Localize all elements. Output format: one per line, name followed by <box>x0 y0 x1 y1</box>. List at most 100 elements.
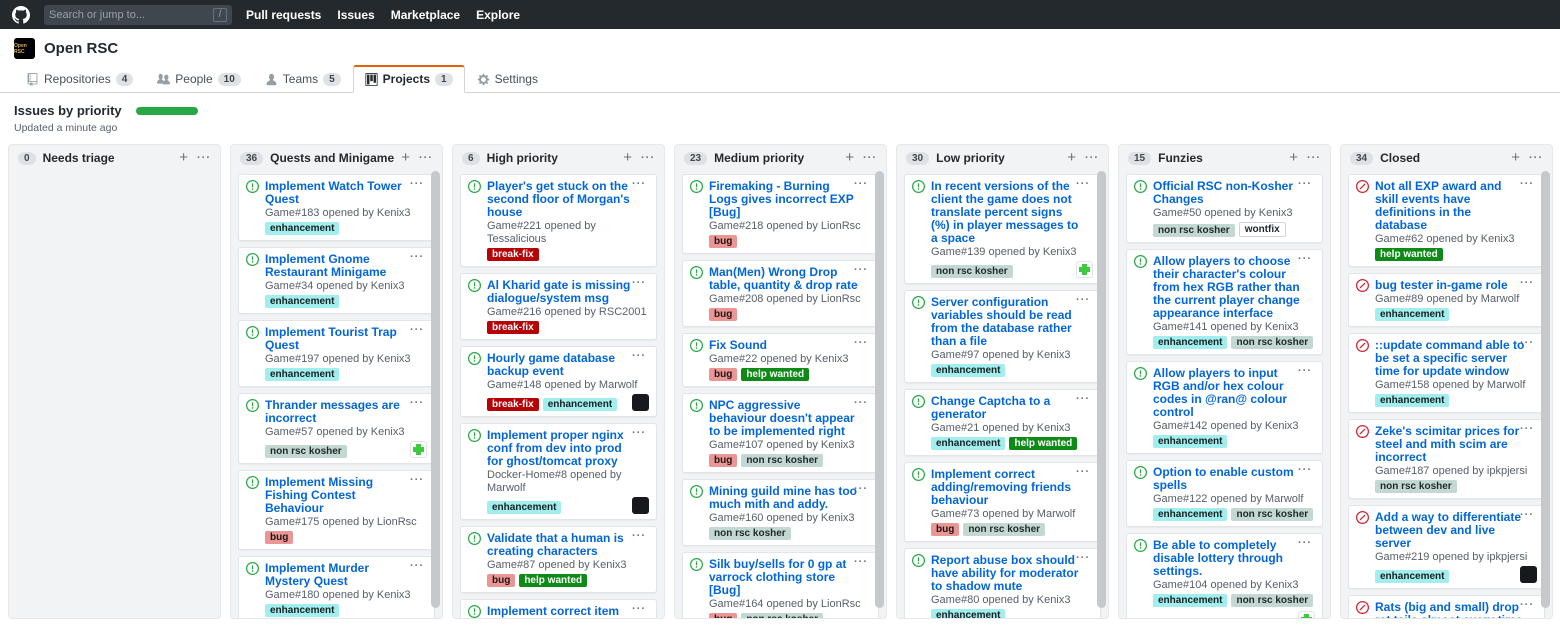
issue-label[interactable]: help wanted <box>1375 248 1443 261</box>
org-avatar[interactable]: Open RSC <box>14 38 35 59</box>
issue-label[interactable]: non rsc kosher <box>1375 480 1457 493</box>
issue-card[interactable]: ···Change Captcha to a generatorGame#21 … <box>904 389 1101 456</box>
issue-title[interactable]: Man(Men) Wrong Drop table, quantity & dr… <box>709 266 871 292</box>
issue-title[interactable]: Al Kharid gate is missing dialogue/syste… <box>487 279 649 305</box>
card-options-button[interactable]: ··· <box>404 249 430 265</box>
card-options-button[interactable]: ··· <box>848 481 874 497</box>
assignee-avatar[interactable] <box>1298 611 1315 619</box>
issue-card[interactable]: ···Fix SoundGame#22 opened by Kenix3bugh… <box>682 333 879 387</box>
search-box[interactable]: Search or jump to... / <box>44 5 232 25</box>
issue-label[interactable]: enhancement <box>1153 336 1227 349</box>
issue-label[interactable]: bug <box>709 308 737 321</box>
issue-title[interactable]: Implement Gnome Restaurant Minigame <box>265 253 427 279</box>
assignee-avatar[interactable] <box>632 394 649 411</box>
column-menu-button[interactable]: ··· <box>1307 152 1321 164</box>
issue-title[interactable]: Player's get stuck on the second floor o… <box>487 180 649 219</box>
issue-card[interactable]: ···Rats (big and small) drop rat tails a… <box>1348 595 1545 619</box>
issue-label[interactable]: help wanted <box>1009 437 1077 450</box>
card-options-button[interactable]: ··· <box>1070 176 1096 192</box>
issue-label[interactable]: bug <box>265 531 293 544</box>
tab-people[interactable]: People10 <box>145 66 253 93</box>
tab-projects[interactable]: Projects1 <box>353 65 465 93</box>
issue-title[interactable]: Report abuse box should have ability for… <box>931 554 1093 593</box>
issue-card[interactable]: ···Implement Watch Tower QuestGame#183 o… <box>238 174 435 241</box>
issue-card[interactable]: ···::update command able to be set a spe… <box>1348 333 1545 413</box>
card-options-button[interactable]: ··· <box>404 322 430 338</box>
issue-title[interactable]: Implement Watch Tower Quest <box>265 180 427 206</box>
issue-title[interactable]: Implement correct adding/removing friend… <box>931 468 1093 507</box>
card-options-button[interactable]: ··· <box>626 176 652 192</box>
issue-label[interactable]: wontfix <box>1239 222 1286 237</box>
issue-label[interactable]: bug <box>709 454 737 467</box>
card-options-button[interactable]: ··· <box>1514 335 1540 351</box>
card-options-button[interactable]: ··· <box>1514 176 1540 192</box>
issue-title[interactable]: Implement Missing Fishing Contest Behavi… <box>265 476 427 515</box>
nav-marketplace[interactable]: Marketplace <box>391 8 460 22</box>
issue-title[interactable]: Validate that a human is creating charac… <box>487 532 649 558</box>
card-options-button[interactable]: ··· <box>1292 176 1318 192</box>
add-card-button[interactable]: + <box>179 152 188 164</box>
card-options-button[interactable]: ··· <box>404 472 430 488</box>
issue-label[interactable]: non rsc kosher <box>709 527 791 540</box>
column-menu-button[interactable]: ··· <box>1529 152 1543 164</box>
issue-card[interactable]: ···Implement Missing Fishing Contest Beh… <box>238 470 435 550</box>
card-options-button[interactable]: ··· <box>1292 363 1318 379</box>
issue-label[interactable]: enhancement <box>265 222 339 235</box>
issue-label[interactable]: enhancement <box>1375 394 1449 407</box>
issue-title[interactable]: Implement correct item on death behaviou… <box>487 605 649 619</box>
add-card-button[interactable]: + <box>1511 152 1520 164</box>
issue-card[interactable]: ···Not all EXP award and skill events ha… <box>1348 174 1545 267</box>
issue-label[interactable]: break-fix <box>487 321 539 334</box>
issue-label[interactable]: bug <box>709 613 737 619</box>
issue-label[interactable]: enhancement <box>1375 570 1449 583</box>
issue-label[interactable]: bug <box>709 368 737 381</box>
issue-card[interactable]: ···Allow players to input RGB and/or hex… <box>1126 361 1323 454</box>
add-card-button[interactable]: + <box>845 152 854 164</box>
issue-label[interactable]: enhancement <box>265 368 339 381</box>
issue-label[interactable]: bug <box>487 574 515 587</box>
issue-label[interactable]: enhancement <box>1153 435 1227 448</box>
issue-title[interactable]: Be able to completely disable lottery th… <box>1153 539 1315 578</box>
issue-card[interactable]: ···bug tester in-game roleGame#89 opened… <box>1348 273 1545 327</box>
issue-card[interactable]: ···Implement correct adding/removing fri… <box>904 462 1101 542</box>
issue-title[interactable]: Mining guild mine has too much mith and … <box>709 485 871 511</box>
card-options-button[interactable]: ··· <box>848 335 874 351</box>
issue-title[interactable]: Allow players to choose their character'… <box>1153 255 1315 320</box>
tab-settings[interactable]: Settings <box>465 66 550 93</box>
issue-card[interactable]: ···Implement Tourist Trap QuestGame#197 … <box>238 320 435 387</box>
search-input[interactable]: Search or jump to... <box>49 9 209 21</box>
project-name[interactable]: Issues by priority <box>14 103 122 118</box>
issue-label[interactable]: enhancement <box>1153 508 1227 521</box>
issue-label[interactable]: non rsc kosher <box>1231 508 1313 521</box>
card-options-button[interactable]: ··· <box>1070 292 1096 308</box>
issue-label[interactable]: enhancement <box>543 398 617 411</box>
issue-card[interactable]: ···Be able to completely disable lottery… <box>1126 533 1323 619</box>
card-options-button[interactable]: ··· <box>1514 421 1540 437</box>
column-scrollbar[interactable] <box>875 171 884 608</box>
card-options-button[interactable]: ··· <box>1292 251 1318 267</box>
issue-title[interactable]: Implement Murder Mystery Quest <box>265 562 427 588</box>
card-options-button[interactable]: ··· <box>848 395 874 411</box>
nav-issues[interactable]: Issues <box>337 8 374 22</box>
issue-card[interactable]: ···Report abuse box should have ability … <box>904 548 1101 619</box>
issue-card[interactable]: ···Hourly game database backup eventGame… <box>460 346 657 417</box>
issue-card[interactable]: ···Implement correct item on death behav… <box>460 599 657 619</box>
issue-title[interactable]: Firemaking - Burning Logs gives incorrec… <box>709 180 871 219</box>
issue-label[interactable]: help wanted <box>519 574 587 587</box>
issue-title[interactable]: bug tester in-game role <box>1375 279 1537 292</box>
column-scrollbar[interactable] <box>1097 171 1106 608</box>
issue-label[interactable]: enhancement <box>265 604 339 617</box>
column-menu-button[interactable]: ··· <box>1085 152 1099 164</box>
org-name[interactable]: Open RSC <box>44 40 118 57</box>
nav-pull-requests[interactable]: Pull requests <box>246 8 321 22</box>
issue-title[interactable]: Silk buy/sells for 0 gp at varrock cloth… <box>709 558 871 597</box>
issue-label[interactable]: non rsc kosher <box>741 613 823 619</box>
issue-title[interactable]: Implement Tourist Trap Quest <box>265 326 427 352</box>
issue-label[interactable]: enhancement <box>931 609 1005 619</box>
column-menu-button[interactable]: ··· <box>197 152 211 164</box>
issue-title[interactable]: Fix Sound <box>709 339 871 352</box>
issue-label[interactable]: non rsc kosher <box>265 445 347 458</box>
issue-card[interactable]: ···Al Kharid gate is missing dialogue/sy… <box>460 273 657 340</box>
card-options-button[interactable]: ··· <box>404 176 430 192</box>
add-card-button[interactable]: + <box>623 152 632 164</box>
